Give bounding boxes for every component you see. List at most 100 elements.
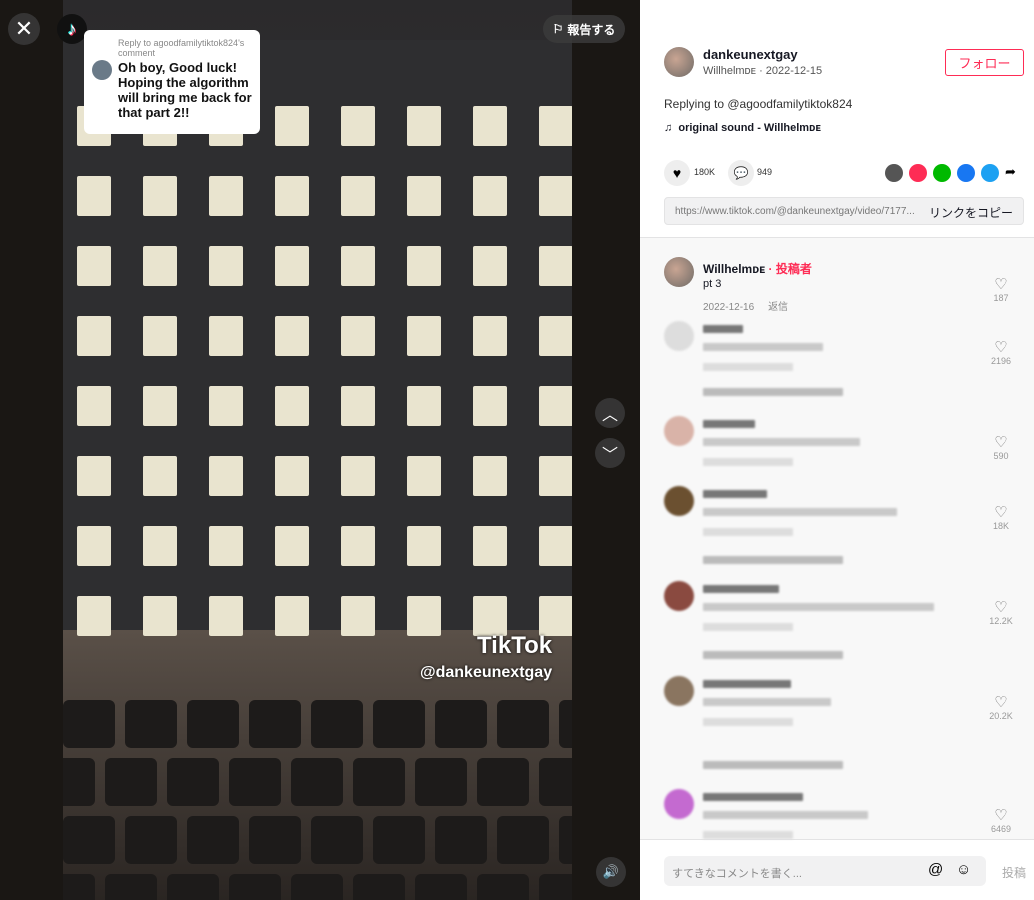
copy-link-button[interactable]: リンクをコピー	[929, 204, 1013, 221]
video-file-thumbnail	[275, 316, 309, 356]
comment-input[interactable]: すてきなコメントを書く... @ ☺	[664, 856, 986, 886]
comment-text: pt 3	[703, 278, 722, 290]
video-file-thumbnail	[407, 246, 441, 286]
video-keyboard-key	[291, 758, 343, 806]
video-file-thumbnail	[209, 526, 243, 566]
reply-bubble: Reply to agoodfamilytiktok824's comment …	[84, 30, 260, 134]
comment-like-button[interactable]: ♡ 187	[986, 275, 1016, 303]
video-keyboard-key	[105, 874, 157, 900]
video-keyboard-key	[291, 874, 343, 900]
flag-icon: ⚐	[552, 22, 564, 36]
comment-meta-redacted	[703, 831, 793, 839]
avatar	[92, 60, 112, 80]
avatar[interactable]	[664, 676, 694, 706]
volume-button[interactable]: 🔊	[596, 857, 626, 887]
like-button[interactable]: ♥	[664, 160, 690, 186]
author-avatar[interactable]	[664, 47, 694, 77]
avatar[interactable]	[664, 257, 694, 287]
comment-icon: 💬	[733, 166, 749, 180]
comment-like-button[interactable]: ♡ 20.2K	[986, 693, 1016, 721]
video-keyboard-key	[373, 816, 425, 864]
video-file-thumbnail	[473, 596, 507, 636]
close-button[interactable]: ✕	[8, 13, 40, 45]
follow-button[interactable]: フォロー	[945, 49, 1024, 76]
comment-like-button[interactable]: ♡ 2196	[986, 338, 1016, 366]
view-replies-button[interactable]	[703, 556, 843, 564]
video-file-thumbnail	[209, 176, 243, 216]
view-replies-button[interactable]	[703, 761, 843, 769]
video-file-thumbnail	[77, 526, 111, 566]
reply-button[interactable]: 返信	[768, 302, 788, 313]
video-keyboard-key	[435, 816, 487, 864]
view-replies-button[interactable]	[703, 651, 843, 659]
reply-bubble-header: Reply to agoodfamilytiktok824's comment	[118, 38, 245, 58]
heart-outline-icon: ♡	[994, 339, 1008, 356]
tiktok-logo-icon: ♪	[57, 14, 87, 44]
send-to-friends-icon[interactable]	[909, 164, 927, 182]
sound-link[interactable]: original sound - Willhelmᴅᴇ	[678, 122, 821, 134]
video-file-thumbnail	[539, 386, 572, 426]
video-keyboard-key	[167, 758, 219, 806]
view-replies-button[interactable]	[703, 388, 843, 396]
comment-text-redacted	[703, 698, 831, 706]
embed-icon[interactable]	[885, 164, 903, 182]
video-file-thumbnail	[407, 106, 441, 146]
video-frame	[63, 0, 572, 900]
comment-like-button[interactable]: ♡ 12.2K	[986, 598, 1016, 626]
share-icon[interactable]: ➦	[1005, 164, 1016, 182]
comment-text-redacted	[703, 438, 860, 446]
comment-author-redacted	[703, 490, 767, 498]
video-file-thumbnail	[539, 596, 572, 636]
video-file-thumbnail	[473, 316, 507, 356]
video-file-thumbnail	[209, 596, 243, 636]
video-file-thumbnail	[143, 526, 177, 566]
comment-meta-redacted	[703, 363, 793, 371]
previous-video-button[interactable]: ︿	[595, 398, 625, 428]
avatar[interactable]	[664, 486, 694, 516]
twitter-icon[interactable]	[981, 164, 999, 182]
video-keyboard-key	[125, 816, 177, 864]
comment-like-button[interactable]: ♡ 590	[986, 433, 1016, 461]
comment-like-button[interactable]: ♡ 18K	[986, 503, 1016, 531]
report-button[interactable]: ⚐ 報告する	[543, 15, 625, 43]
avatar[interactable]	[664, 416, 694, 446]
video-keyboard-key	[63, 700, 115, 748]
author-username[interactable]: dankeunextgay	[703, 47, 798, 62]
comment-button[interactable]: 💬	[728, 160, 754, 186]
avatar[interactable]	[664, 321, 694, 351]
video-keyboard-key	[63, 816, 115, 864]
video-player[interactable]: ✕ ♪ Reply to agoodfamilytiktok824's comm…	[0, 0, 640, 900]
comment-text-redacted	[703, 811, 868, 819]
facebook-icon[interactable]	[957, 164, 975, 182]
video-file-thumbnail	[341, 526, 375, 566]
video-url-field[interactable]: https://www.tiktok.com/@dankeunextgay/vi…	[664, 197, 1024, 225]
comment-author-redacted	[703, 420, 755, 428]
video-file-thumbnail	[275, 596, 309, 636]
avatar[interactable]	[664, 581, 694, 611]
video-file-thumbnail	[209, 386, 243, 426]
video-file-thumbnail	[275, 106, 309, 146]
video-file-thumbnail	[275, 386, 309, 426]
comment-list[interactable]: Willhelmᴅᴇ · 投稿者 pt 3 2022-12-16 返信 ♡ 187…	[640, 237, 1034, 840]
line-icon[interactable]	[933, 164, 951, 182]
comment-author[interactable]: Willhelmᴅᴇ	[703, 262, 765, 276]
video-file-thumbnail	[473, 176, 507, 216]
next-video-button[interactable]: ﹀	[595, 438, 625, 468]
emoji-icon[interactable]: ☺	[956, 861, 971, 878]
heart-outline-icon: ♡	[994, 694, 1008, 711]
post-caption[interactable]: Replying to @agoodfamilytiktok824	[664, 97, 852, 111]
comment-text-redacted	[703, 508, 897, 516]
video-file-thumbnail	[275, 526, 309, 566]
video-file-thumbnail	[407, 526, 441, 566]
comment-like-button[interactable]: ♡ 6469	[986, 806, 1016, 834]
video-file-thumbnail	[209, 456, 243, 496]
comment-like-count: 20.2K	[989, 711, 1013, 721]
avatar[interactable]	[664, 789, 694, 819]
mention-icon[interactable]: @	[928, 861, 943, 878]
video-keyboard-key	[559, 816, 572, 864]
comment-like-count: 12.2K	[989, 616, 1013, 626]
video-file-thumbnail	[473, 526, 507, 566]
video-keyboard-key	[435, 700, 487, 748]
video-file-thumbnail	[143, 246, 177, 286]
video-file-thumbnail	[209, 316, 243, 356]
